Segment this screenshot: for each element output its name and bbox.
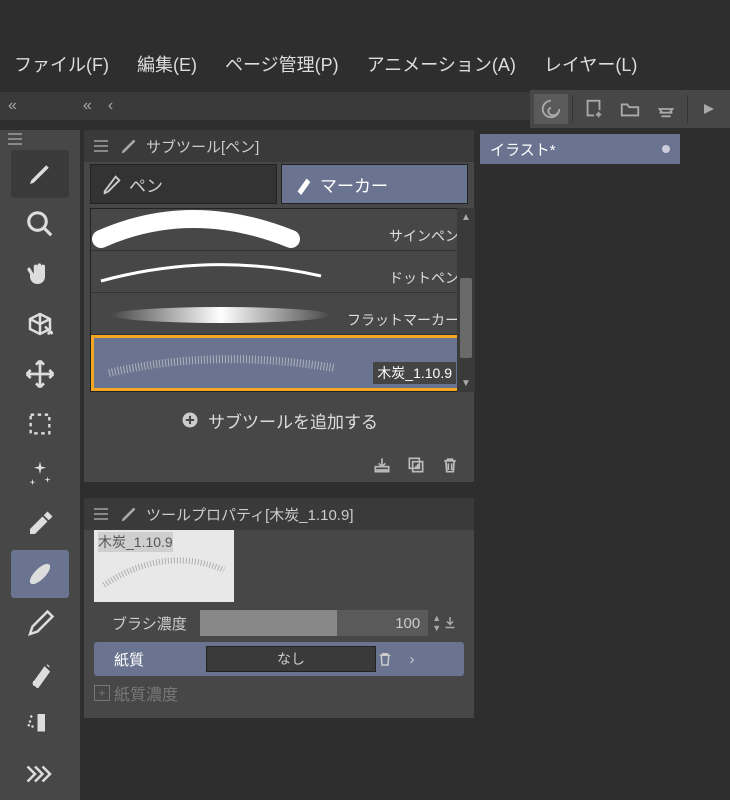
move-tool-icon[interactable] <box>11 350 69 398</box>
menu-animation[interactable]: アニメーション(A) <box>353 51 530 77</box>
pen-tool-icon[interactable] <box>11 150 69 198</box>
subtool-menu-icon[interactable] <box>90 140 112 152</box>
menu-edit[interactable]: 編集(E) <box>123 51 211 77</box>
menu-page[interactable]: ページ管理(P) <box>211 51 353 77</box>
collapse-panel-icon[interactable]: « <box>75 97 100 115</box>
paper-density-row: + 紙質濃度 <box>94 678 464 708</box>
scroll-down-icon[interactable]: ▼ <box>457 374 475 392</box>
step-up-icon[interactable]: ▲ <box>432 613 441 623</box>
scroll-thumb[interactable] <box>460 278 472 358</box>
new-page-icon[interactable] <box>577 94 611 124</box>
brush-list: サインペン ドットペン フラットマーカー 木炭_1.10.9 <box>90 208 468 392</box>
tool-property-panel: ツールプロパティ[木炭_1.10.9] 木炭_1.10.9 ブラシ濃度 100 … <box>84 498 474 718</box>
brush-tool-icon[interactable] <box>11 550 69 598</box>
tool-menu-icon[interactable] <box>0 130 80 148</box>
save-icon[interactable] <box>649 94 683 124</box>
add-subtool-button[interactable]: サブツールを追加する <box>90 398 468 442</box>
paper-texture-dropdown[interactable]: なし <box>206 646 376 672</box>
brush-preview[interactable]: 木炭_1.10.9 <box>94 530 234 602</box>
airbrush-tool-icon[interactable] <box>11 700 69 748</box>
brush-list-scrollbar[interactable]: ▲ ▼ <box>457 208 475 392</box>
collapse-single-icon[interactable]: ‹ <box>100 97 121 115</box>
toolprop-brush-icon <box>118 503 140 525</box>
document-tab[interactable]: イラスト* <box>480 134 680 164</box>
paper-texture-row: 紙質 なし › <box>94 642 464 676</box>
subtool-action-row <box>84 448 474 482</box>
subtool-title: サブツール[ペン] <box>146 136 259 157</box>
canvas-toolbar <box>530 90 730 128</box>
forward-icon[interactable] <box>692 94 726 124</box>
pattern-tool-icon[interactable] <box>11 750 69 798</box>
brush-charcoal-selected[interactable]: 木炭_1.10.9 <box>91 335 467 391</box>
brush-density-row: ブラシ濃度 100 ▲▼ <box>94 606 464 640</box>
tab-marker[interactable]: マーカー <box>281 164 468 204</box>
menu-file[interactable]: ファイル(F) <box>0 51 123 77</box>
trash-icon[interactable] <box>436 452 464 478</box>
menu-layer[interactable]: レイヤー(L) <box>530 51 651 77</box>
object-tool-icon[interactable] <box>11 300 69 348</box>
toolprop-title: ツールプロパティ[木炭_1.10.9] <box>146 504 353 525</box>
brush-flatmarker[interactable]: フラットマーカー <box>91 293 467 335</box>
texture-trash-icon[interactable] <box>376 650 400 668</box>
pencil-tool-icon[interactable] <box>11 600 69 648</box>
eyedropper-tool-icon[interactable] <box>11 500 69 548</box>
import-icon[interactable] <box>368 452 396 478</box>
brush-signpen[interactable]: サインペン <box>91 209 467 251</box>
pen-nib-icon <box>101 173 123 195</box>
marker-tool-icon[interactable] <box>11 650 69 698</box>
spiral-icon[interactable] <box>534 94 568 124</box>
brush-density-slider[interactable]: 100 <box>200 610 429 636</box>
tab-pen[interactable]: ペン <box>90 164 277 204</box>
wand-tool-icon[interactable] <box>11 450 69 498</box>
subtool-brush-icon <box>118 135 140 157</box>
magnify-tool-icon[interactable] <box>11 200 69 248</box>
plus-circle-icon <box>180 410 200 430</box>
hand-tool-icon[interactable] <box>11 250 69 298</box>
document-name: イラスト* <box>490 139 556 160</box>
collapse-left-icon[interactable]: « <box>0 97 25 115</box>
chevron-right-icon[interactable]: › <box>400 651 424 668</box>
open-folder-icon[interactable] <box>613 94 647 124</box>
marquee-tool-icon[interactable] <box>11 400 69 448</box>
brush-dotpen[interactable]: ドットペン <box>91 251 467 293</box>
pressure-link-icon[interactable] <box>441 614 464 632</box>
step-down-icon[interactable]: ▼ <box>432 623 441 633</box>
unsaved-dot-icon <box>662 145 670 153</box>
marker-nib-icon <box>292 173 314 195</box>
tool-column <box>0 130 80 800</box>
menu-bar: ファイル(F) 編集(E) ページ管理(P) アニメーション(A) レイヤー(L… <box>0 44 730 84</box>
scroll-up-icon[interactable]: ▲ <box>457 208 475 226</box>
duplicate-icon[interactable] <box>402 452 430 478</box>
expand-icon[interactable]: + <box>94 685 110 701</box>
toolprop-menu-icon[interactable] <box>90 508 112 520</box>
subtool-panel: サブツール[ペン] ペン マーカー サインペン ドットペン フラットマーカー <box>84 130 474 482</box>
